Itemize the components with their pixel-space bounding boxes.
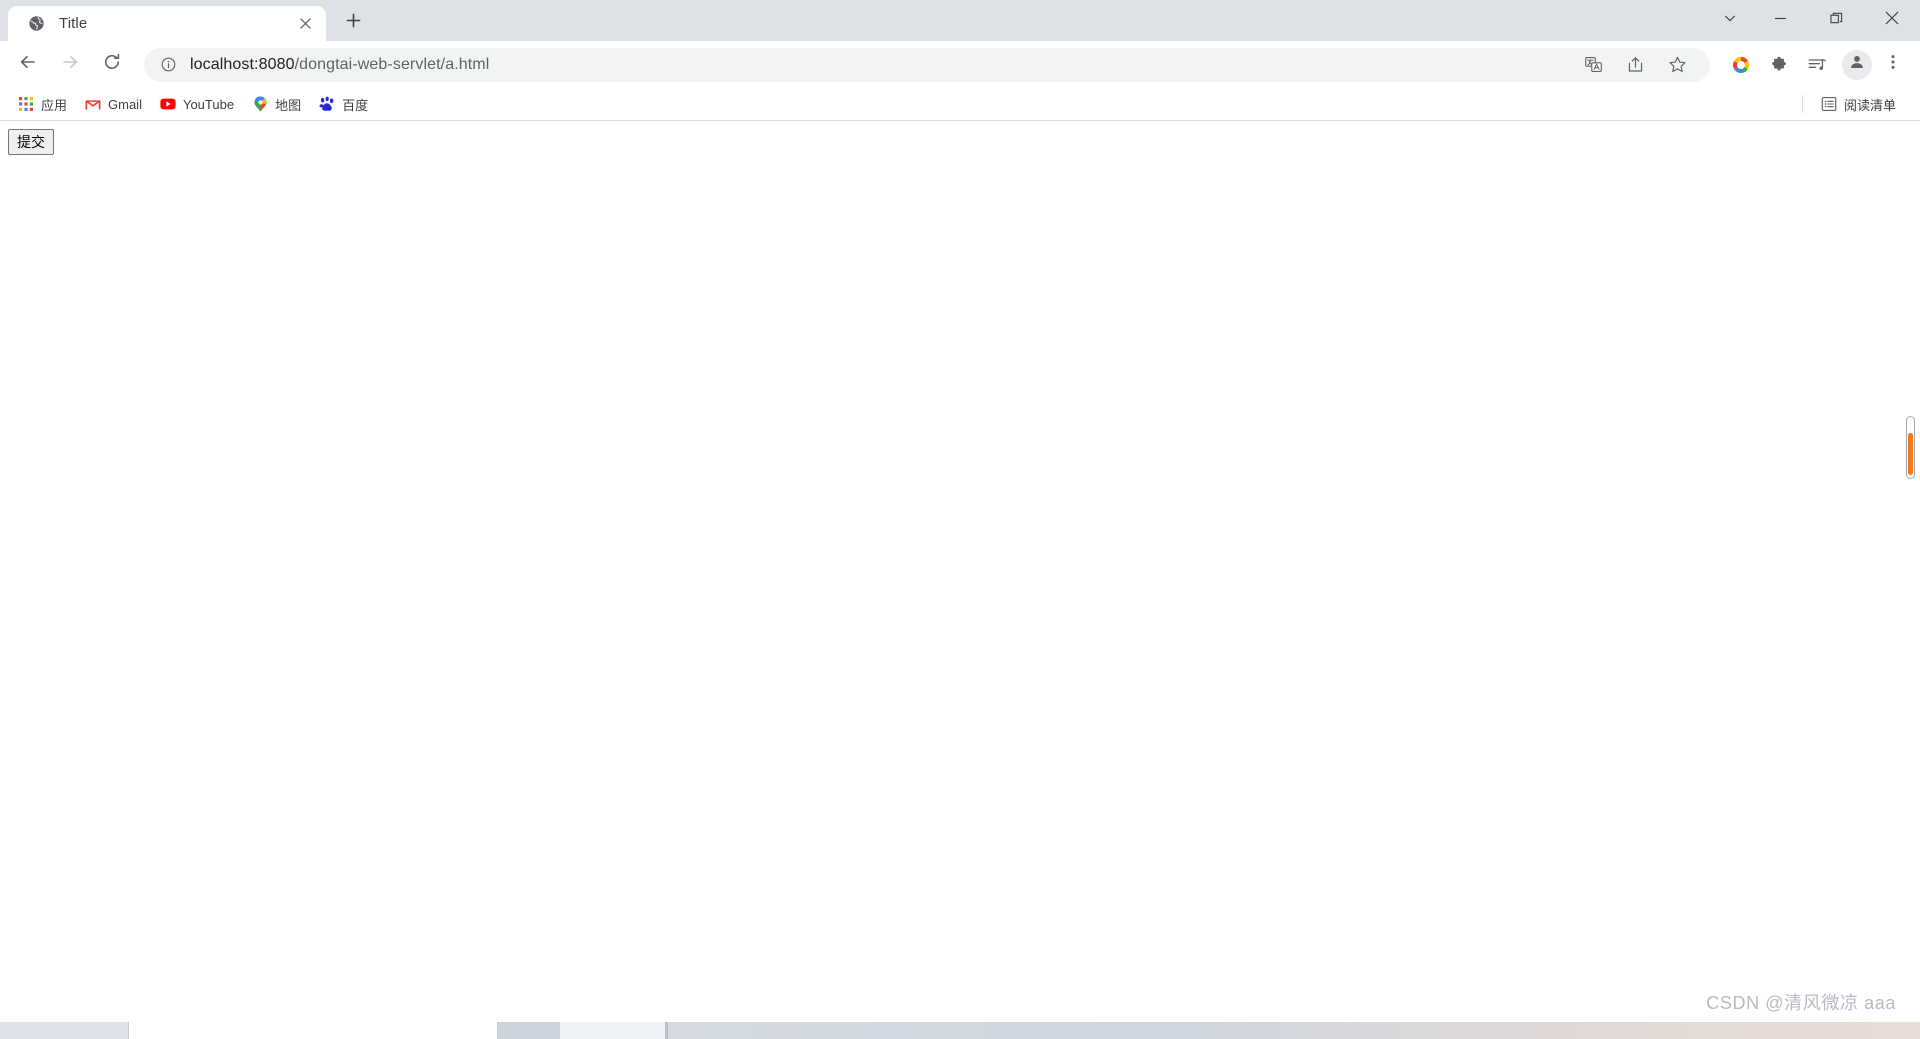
bookmark-label: 地图 <box>275 97 302 113</box>
close-button[interactable] <box>1864 0 1920 41</box>
divider <box>1801 95 1803 113</box>
address-bar[interactable]: localhost:8080/dongtai-web-servlet/a.htm… <box>144 47 1710 82</box>
kebab-menu-icon <box>1884 53 1902 76</box>
translate-icon[interactable] <box>1576 48 1610 82</box>
profile-avatar[interactable] <box>1842 49 1872 80</box>
new-tab-button[interactable] <box>336 6 370 40</box>
url-path: /dongtai-web-servlet/a.html <box>294 55 490 73</box>
toolbar-right-actions <box>1720 48 1908 82</box>
desktop-strip-segment <box>498 1022 560 1039</box>
submit-button[interactable]: 提交 <box>8 129 54 156</box>
share-icon[interactable] <box>1618 48 1652 82</box>
omnibox-actions <box>1572 48 1698 82</box>
bookmark-item-gmail[interactable]: Gmail <box>77 92 150 117</box>
minimize-icon <box>1774 12 1787 30</box>
close-icon[interactable] <box>294 13 316 35</box>
star-icon[interactable] <box>1660 48 1694 82</box>
bookmark-item-apps[interactable]: 应用 <box>10 92 75 117</box>
baidu-paw-icon <box>319 96 335 112</box>
close-icon <box>1885 11 1899 30</box>
bookmark-label: 应用 <box>41 97 68 113</box>
chevron-down-icon <box>1723 11 1737 30</box>
vertical-scrollbar[interactable] <box>1904 121 1918 1039</box>
minimize-button[interactable] <box>1752 0 1808 41</box>
maximize-button[interactable] <box>1808 0 1864 41</box>
bookmarks-bar: 应用 Gmail YouTube 地图 百度 阅读清单 <box>0 88 1920 121</box>
scrollbar-thumb-fill <box>1908 433 1913 475</box>
bookmark-label: 百度 <box>342 97 369 113</box>
scrollbar-thumb[interactable] <box>1906 416 1915 479</box>
url-host: localhost:8080 <box>190 55 295 73</box>
csdn-watermark: CSDN @清风微凉 aaa <box>1706 993 1896 1013</box>
google-ring-icon[interactable] <box>1724 48 1758 82</box>
tab-title: Title <box>59 15 88 32</box>
desktop-strip-segment <box>560 1022 665 1039</box>
bookmark-label: YouTube <box>182 96 235 112</box>
browser-toolbar: localhost:8080/dongtai-web-servlet/a.htm… <box>0 41 1920 88</box>
reading-list-label: 阅读清单 <box>1843 97 1896 113</box>
puzzle-icon[interactable] <box>1762 48 1796 82</box>
person-icon <box>1848 53 1866 76</box>
page-viewport: 提交 CSDN @清风微凉 aaa <box>0 121 1920 1039</box>
gmail-icon <box>85 96 101 112</box>
browser-window: Title localhost:8080/dongtai-web-servlet… <box>0 0 1920 1039</box>
globe-icon <box>28 15 45 32</box>
reload-icon <box>102 52 122 77</box>
desktop-strip-segment <box>668 1022 1920 1039</box>
browser-tab[interactable]: Title <box>8 6 326 41</box>
info-circle-icon[interactable] <box>158 55 178 75</box>
apps-grid-icon <box>18 96 34 112</box>
bookmark-item-baidu[interactable]: 百度 <box>311 92 376 117</box>
bookmarks-right: 阅读清单 <box>1798 92 1906 117</box>
back-button[interactable] <box>10 47 46 83</box>
media-list-icon[interactable] <box>1800 48 1834 82</box>
address-bar-url: localhost:8080/dongtai-web-servlet/a.htm… <box>190 56 1566 74</box>
reading-list-button[interactable]: 阅读清单 <box>1813 92 1904 117</box>
reload-button[interactable] <box>94 47 130 83</box>
chrome-menu-button[interactable] <box>1878 48 1908 82</box>
desktop-strip-segment <box>128 1022 498 1039</box>
arrow-left-icon <box>18 52 38 77</box>
window-controls <box>1708 0 1920 41</box>
youtube-icon <box>160 96 176 112</box>
page-body: 提交 <box>0 121 1920 163</box>
desktop-strip-segment <box>0 1022 128 1039</box>
maps-pin-icon <box>252 96 268 112</box>
reading-list-icon <box>1821 96 1837 112</box>
arrow-right-icon <box>60 52 80 77</box>
forward-button[interactable] <box>52 47 88 83</box>
bookmark-label: Gmail <box>108 96 142 112</box>
bookmark-item-maps[interactable]: 地图 <box>244 92 309 117</box>
restore-icon <box>1829 12 1843 30</box>
tab-search-button[interactable] <box>1708 0 1752 41</box>
bookmark-item-youtube[interactable]: YouTube <box>152 92 242 117</box>
tab-strip: Title <box>0 0 1920 41</box>
plus-icon <box>346 13 361 33</box>
desktop-strip <box>0 1022 1920 1039</box>
